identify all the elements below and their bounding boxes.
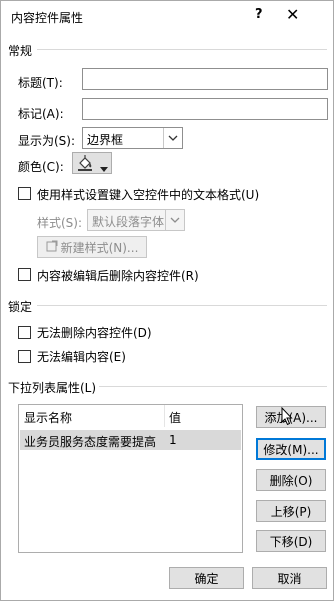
style-label: 样式(S): bbox=[37, 216, 83, 230]
dropdown-section-label: 下拉列表属性(L) bbox=[8, 381, 97, 395]
list-item-display-name: 业务员服务态度需要提高 bbox=[24, 435, 157, 449]
move-down-button[interactable]: 下移(D) bbox=[256, 530, 326, 552]
locking-divider bbox=[37, 305, 327, 306]
delete-button[interactable]: 删除(O) bbox=[256, 469, 326, 491]
content-control-properties-dialog: 内容控件属性 ? ✕ 常规 标题(T): 标记(A): 显示为(S): 边界框 … bbox=[0, 0, 334, 601]
tag-input[interactable] bbox=[82, 98, 328, 120]
modify-button[interactable]: 修改(M)... bbox=[256, 438, 326, 460]
title-input[interactable] bbox=[82, 68, 328, 90]
list-item-value: 1 bbox=[169, 433, 177, 447]
use-style-checkbox[interactable] bbox=[18, 187, 31, 200]
remove-on-edit-label[interactable]: 内容被编辑后删除内容控件(R) bbox=[37, 267, 199, 284]
chevron-down-icon bbox=[165, 210, 184, 230]
help-icon[interactable]: ? bbox=[255, 7, 263, 22]
ok-button[interactable]: 确定 bbox=[169, 567, 244, 589]
dropdown-divider bbox=[99, 386, 327, 387]
style-value: 默认段落字体 bbox=[92, 215, 165, 229]
tag-label: 标记(A): bbox=[18, 107, 64, 121]
chevron-down-icon bbox=[100, 161, 108, 175]
show-as-value: 边界框 bbox=[87, 133, 124, 147]
mouse-cursor-icon bbox=[281, 406, 293, 429]
column-display-name[interactable]: 显示名称 bbox=[24, 409, 72, 426]
chevron-down-icon bbox=[163, 128, 182, 148]
dropdown-list[interactable]: 显示名称 值 业务员服务态度需要提高 1 bbox=[18, 404, 243, 553]
general-divider bbox=[37, 49, 327, 50]
general-section-label: 常规 bbox=[8, 44, 33, 58]
new-style-icon bbox=[46, 240, 58, 255]
remove-on-edit-checkbox[interactable] bbox=[18, 268, 31, 281]
paint-bucket-icon bbox=[77, 155, 94, 174]
show-as-select[interactable]: 边界框 bbox=[82, 127, 183, 149]
list-header: 显示名称 值 bbox=[19, 405, 242, 427]
close-icon[interactable]: ✕ bbox=[286, 5, 299, 24]
style-select[interactable]: 默认段落字体 bbox=[87, 209, 185, 231]
move-up-button[interactable]: 上移(P) bbox=[256, 500, 326, 522]
dialog-title: 内容控件属性 bbox=[11, 11, 84, 25]
column-separator bbox=[164, 405, 165, 427]
list-item[interactable]: 业务员服务态度需要提高 1 bbox=[20, 430, 241, 450]
title-bar: 内容控件属性 ? ✕ bbox=[1, 1, 333, 31]
cannot-edit-checkbox[interactable] bbox=[18, 350, 31, 363]
cannot-delete-label[interactable]: 无法删除内容控件(D) bbox=[37, 324, 152, 341]
column-value[interactable]: 值 bbox=[169, 409, 181, 426]
cannot-delete-checkbox[interactable] bbox=[18, 326, 31, 339]
cannot-edit-label[interactable]: 无法编辑内容(E) bbox=[37, 348, 126, 365]
title-label: 标题(T): bbox=[18, 76, 63, 90]
show-as-label: 显示为(S): bbox=[18, 134, 76, 148]
new-style-button[interactable]: 新建样式(N)... bbox=[37, 236, 147, 258]
use-style-label[interactable]: 使用样式设置键入空控件中的文本格式(U) bbox=[37, 186, 259, 203]
color-label: 颜色(C): bbox=[18, 160, 64, 174]
locking-section-label: 锁定 bbox=[8, 300, 33, 314]
color-picker-button[interactable] bbox=[72, 152, 112, 174]
new-style-label: 新建样式(N)... bbox=[60, 240, 139, 255]
cancel-button[interactable]: 取消 bbox=[252, 567, 327, 589]
